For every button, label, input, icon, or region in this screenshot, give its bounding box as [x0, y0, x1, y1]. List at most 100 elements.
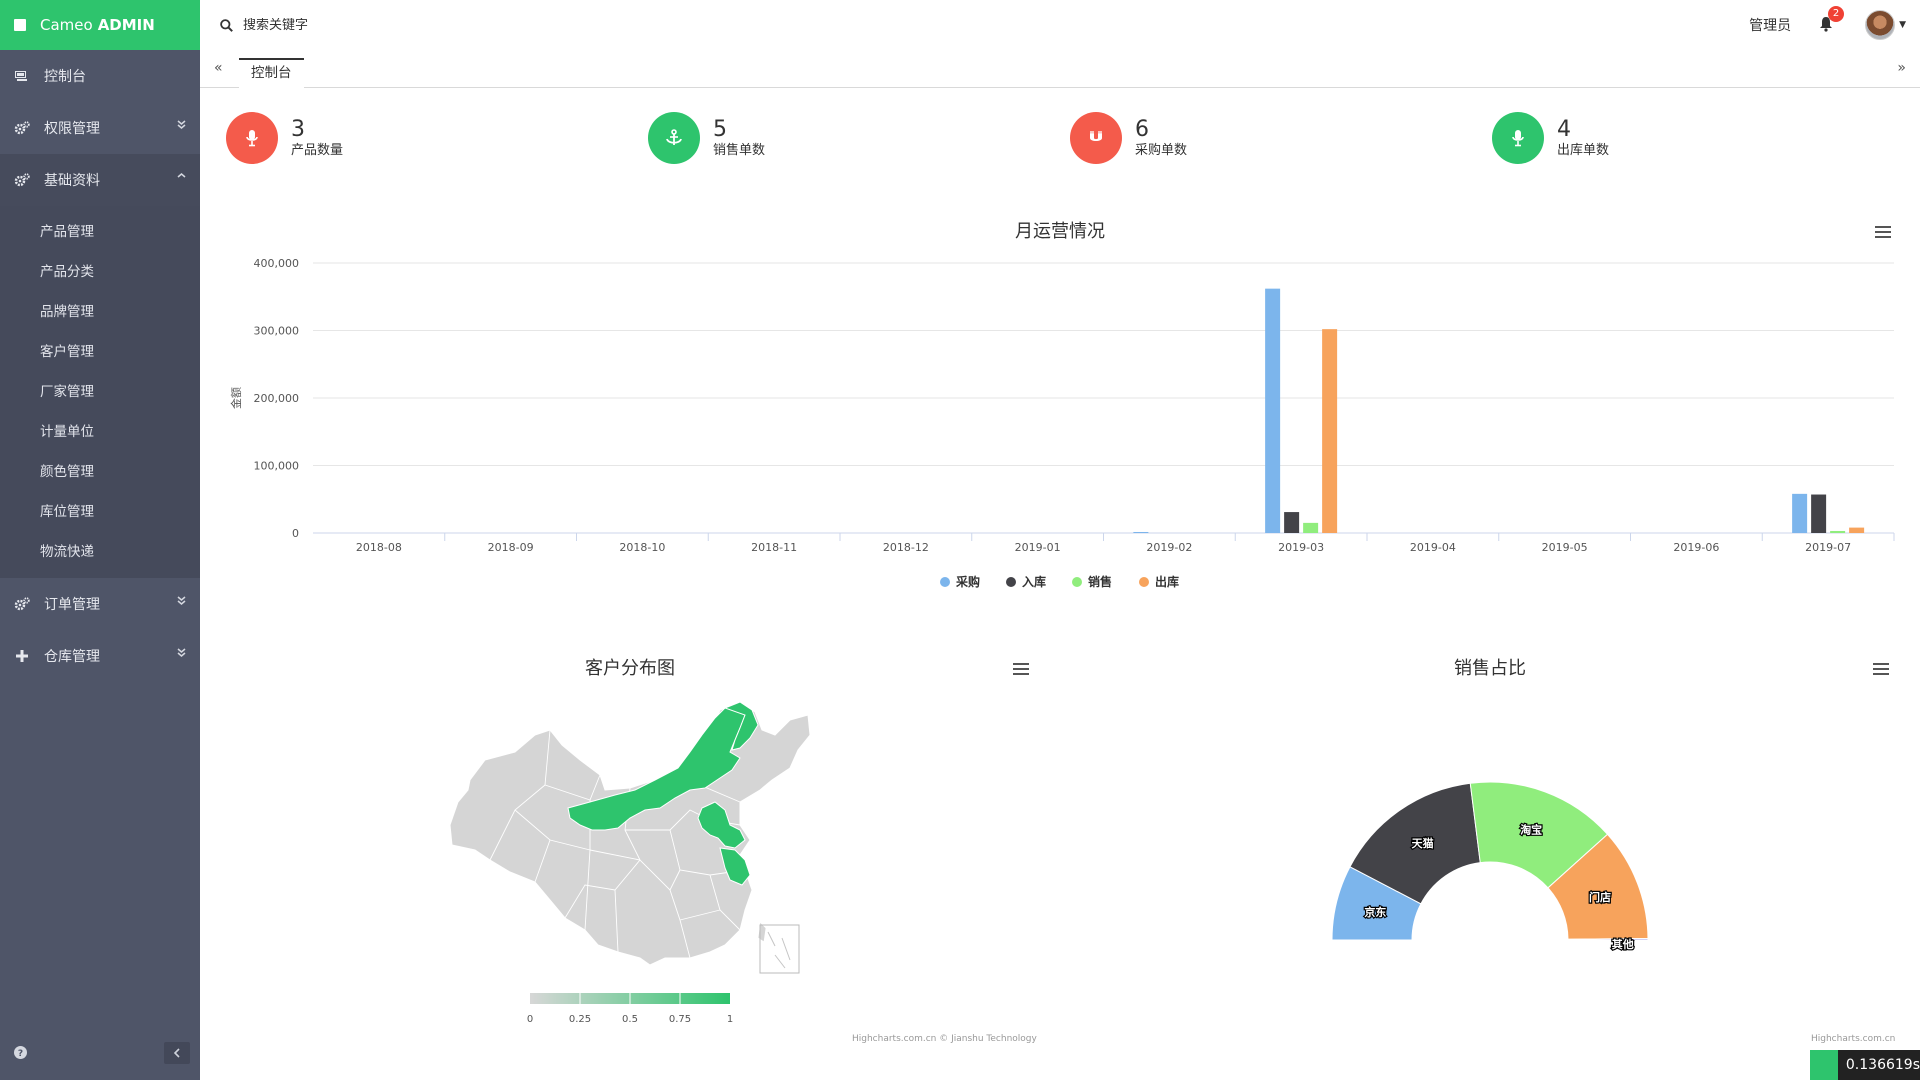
sidebar-subitem-categories[interactable]: 产品分类 [0, 252, 200, 292]
sidebar-item-basic-data[interactable]: 基础资料 [0, 154, 200, 206]
user-name[interactable]: 管理员 [1749, 15, 1791, 35]
stat-circle [1070, 112, 1122, 164]
sidebar-subitem-brands[interactable]: 品牌管理 [0, 292, 200, 332]
avatar[interactable] [1865, 10, 1896, 40]
chevron-up-icon [177, 171, 186, 184]
timer-value: 0.136619s [1845, 1057, 1920, 1073]
y-tick-label: 0 [292, 527, 299, 540]
sidebar-subitem-units[interactable]: 计量单位 [0, 412, 200, 452]
legend-dot [1139, 576, 1149, 587]
y-tick-label: 300,000 [254, 325, 300, 338]
legend-item-purchase[interactable]: 采购 [940, 573, 980, 590]
brand-suffix: ADMIN [97, 16, 155, 34]
bar-2019-03-0[interactable] [1265, 288, 1281, 533]
south-sea-islands [767, 931, 791, 969]
plus-icon [14, 648, 30, 664]
anchor-icon [666, 129, 682, 145]
sidebar-item-label: 仓库管理 [44, 649, 100, 665]
svg-text:?: ? [18, 1049, 23, 1059]
debug-timer: 0.136619s [1810, 1050, 1920, 1080]
stat-circle [1492, 112, 1544, 164]
x-tick-label: 2018-11 [751, 541, 797, 554]
leaf-icon [1810, 1050, 1838, 1080]
stat-circle [648, 112, 700, 164]
legend-label: 入库 [1022, 575, 1047, 589]
cogs-icon [14, 120, 30, 136]
legend-dot [1072, 576, 1082, 587]
south-sea-inset [759, 924, 800, 974]
sidebar-item-dashboard[interactable]: 控制台 [0, 50, 200, 102]
sidebar: Cameo ADMIN 控制台 权限管理 基础资料 产品管理 产品分类 品牌管理 … [0, 0, 200, 1080]
color-axis-tick: 0.5 [622, 1014, 638, 1025]
notification-badge: 2 [1828, 6, 1845, 22]
brand-logo[interactable]: Cameo ADMIN [0, 0, 200, 50]
sidebar-subitem-products[interactable]: 产品管理 [0, 212, 200, 252]
bar-2019-07-2[interactable] [1830, 530, 1846, 533]
bar-2019-07-1[interactable] [1811, 494, 1827, 533]
legend-item-outbound[interactable]: 出库 [1139, 573, 1179, 590]
stat-card-outbound: 4 出库单数 [1492, 110, 1609, 166]
stat-label: 出库单数 [1557, 143, 1610, 158]
search-icon [220, 18, 233, 32]
x-tick-label: 2019-07 [1805, 541, 1851, 554]
sidebar-item-label: 控制台 [44, 69, 86, 85]
sidebar-subitem-locations[interactable]: 库位管理 [0, 492, 200, 532]
stat-value: 6 [1135, 117, 1149, 142]
legend-label: 采购 [956, 575, 981, 589]
notification-bell[interactable]: 2 [1819, 6, 1845, 34]
top-header: 管理员 2 ▼ [200, 0, 1920, 50]
pie-label: 其他 [1612, 937, 1634, 951]
map-credit-link[interactable]: Highcharts.com.cn © Jianshu Technology [852, 1034, 1037, 1044]
x-tick-label: 2018-12 [883, 541, 929, 554]
pie-label: 京东 [1364, 905, 1386, 919]
stat-label: 销售单数 [713, 143, 766, 158]
caret-down-icon[interactable]: ▼ [1899, 20, 1906, 30]
map-chart-title: 客户分布图 [585, 658, 675, 679]
stat-circle [226, 112, 278, 164]
logo-icon [14, 19, 26, 31]
legend-item-sales[interactable]: 销售 [1072, 573, 1112, 590]
search-input[interactable] [243, 17, 543, 33]
chevron-down-icon [177, 119, 186, 132]
pie-chart-menu-button[interactable] [1873, 662, 1889, 676]
color-axis-tick: 1 [727, 1014, 733, 1025]
help-icon[interactable]: ? [14, 1044, 27, 1063]
china-map [449, 701, 811, 974]
bar-2019-07-0[interactable] [1792, 493, 1808, 533]
collapse-sidebar-button[interactable] [164, 1042, 190, 1064]
bar-2019-03-1[interactable] [1284, 512, 1300, 533]
sidebar-subitem-manufacturers[interactable]: 厂家管理 [0, 372, 200, 412]
sidebar-subitem-colors[interactable]: 颜色管理 [0, 452, 200, 492]
sidebar-item-label: 权限管理 [44, 121, 100, 137]
legend-dot [940, 576, 950, 587]
map-chart-menu-button[interactable] [1013, 662, 1029, 676]
sidebar-item-permissions[interactable]: 权限管理 [0, 102, 200, 154]
pie-label: 天猫 [1412, 836, 1434, 850]
tab-bar: « 控制台 » [200, 50, 1920, 88]
map-color-axis: 0 0.25 0.5 0.75 1 [527, 993, 733, 1025]
sidebar-subitem-logistics[interactable]: 物流快递 [0, 532, 200, 572]
legend-label: 销售 [1088, 575, 1113, 589]
sidebar-subitem-customers[interactable]: 客户管理 [0, 332, 200, 372]
sidebar-item-orders[interactable]: 订单管理 [0, 578, 200, 630]
tab-dashboard[interactable]: 控制台 [239, 58, 304, 88]
tab-scroll-right-button[interactable]: » [1897, 60, 1906, 76]
bar-chart: 0 100,000 200,000 300,000 400,000 金额 2018-08 20… [229, 257, 1895, 554]
bar-2019-07-3[interactable] [1849, 527, 1865, 533]
x-tick-label: 2018-10 [619, 541, 665, 554]
sidebar-item-label: 基础资料 [44, 173, 100, 189]
chevron-down-icon [177, 595, 186, 608]
sidebar-item-warehouse[interactable]: 仓库管理 [0, 630, 200, 682]
bar-2019-02-0[interactable] [1133, 531, 1149, 533]
tab-scroll-left-button[interactable]: « [214, 60, 223, 76]
pie-slice-4[interactable] [1567, 937, 1649, 941]
y-tick-label: 200,000 [254, 392, 300, 405]
bar-2019-03-3[interactable] [1322, 329, 1338, 533]
pie-credit-link[interactable]: Highcharts.com.cn [1811, 1034, 1895, 1044]
x-tick-label: 2019-05 [1542, 541, 1588, 554]
color-axis-tick: 0 [527, 1014, 533, 1025]
bar-2019-03-2[interactable] [1303, 522, 1319, 533]
legend-item-inbound[interactable]: 入库 [1006, 573, 1046, 590]
magnet-icon [1090, 131, 1102, 141]
x-tick-label: 2018-08 [356, 541, 402, 554]
